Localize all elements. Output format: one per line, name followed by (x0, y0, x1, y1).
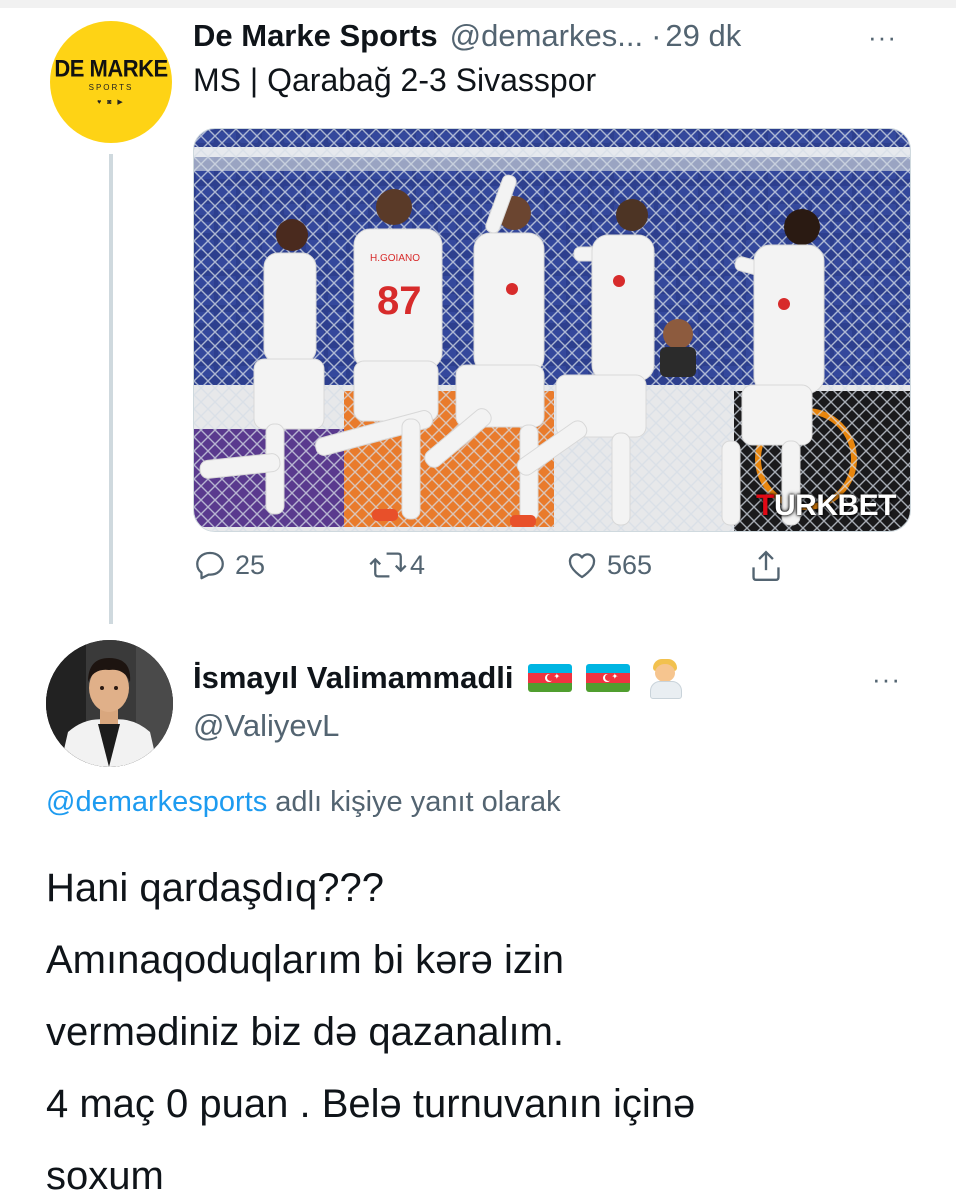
tweet2-text-line: vermədiniz biz də qazanalım. (46, 1010, 565, 1054)
top-border (0, 0, 956, 8)
like-button[interactable]: 565 (565, 548, 652, 582)
reply-button[interactable]: 25 (193, 548, 265, 582)
avatar-logo-text: DE MARKE (54, 54, 168, 83)
more-options-icon[interactable]: ··· (868, 22, 897, 53)
tweet2-display-name[interactable]: İsmayıl Valimammadli (193, 660, 514, 696)
tweet1-display-name[interactable]: De Marke Sports (193, 18, 438, 54)
tweet1-text: MS | Qarabağ 2-3 Sivasspor (193, 62, 597, 98)
like-count: 565 (607, 549, 653, 580)
screenshot-page: DE MARKE SPORTS ♥ ◙ ▶ De Marke Sports @d… (0, 0, 956, 1200)
avatar-logo-subtext: SPORTS (88, 83, 134, 92)
tweet1-separator: · (651, 18, 662, 53)
de-marke-avatar[interactable]: DE MARKE SPORTS ♥ ◙ ▶ (50, 21, 172, 143)
thread-line (109, 154, 113, 624)
share-icon (752, 550, 780, 582)
tweet2-name-row: İsmayıl Valimammadli ✦ ✦ (193, 656, 682, 700)
tweet2-text-line: Hani qardaşdıq??? (46, 866, 385, 910)
user-avatar[interactable] (46, 640, 173, 767)
retweet-button[interactable]: 4 (368, 548, 425, 582)
jersey-number: 87 (377, 279, 422, 323)
reply-count: 25 (235, 549, 266, 580)
turkbet-watermark: TURKBET (756, 489, 896, 522)
azerbaijan-flag-icon: ✦ (527, 664, 572, 692)
tweet1-handle[interactable]: @demarkes... (450, 18, 643, 54)
reply-to-label: adlı kişiye yanıt olarak (267, 786, 561, 818)
reply-icon (196, 551, 224, 580)
profile-photo (46, 640, 173, 767)
azerbaijan-flag-icon: ✦ (585, 664, 630, 692)
football-celebration-image: 87 H.GOIANO (194, 129, 910, 531)
avatar-social-icons: ♥ ◙ ▶ (97, 99, 125, 106)
tweet2-text-line: Amınaqoduqlarım bi kərə izin (46, 938, 565, 982)
tweet1-timestamp[interactable]: 29 dk (665, 18, 741, 54)
tweet1-media-photo[interactable]: 87 H.GOIANO TURKBET (193, 128, 911, 532)
more-options-icon[interactable]: ··· (872, 664, 901, 695)
tweet1-actions: 25 4 565 (193, 548, 793, 592)
reply-mention-link[interactable]: @demarkesports (46, 786, 267, 818)
retweet-count: 4 (410, 549, 426, 580)
replying-to: @demarkesports adlı kişiye yanıt olarak (46, 786, 561, 819)
tweet1-header: De Marke Sports @demarkes... · 29 dk (193, 14, 933, 58)
tweet2-text: Hani qardaşdıq??? Amınaqoduqlarım bi kər… (46, 852, 926, 1200)
retweet-icon (369, 552, 407, 578)
share-button[interactable] (749, 548, 783, 584)
heart-icon (568, 553, 596, 579)
tweet2-text-line: soxum (46, 1154, 164, 1198)
jersey-name: H.GOIANO (370, 253, 420, 264)
tweet2-handle[interactable]: @ValiyevL (193, 708, 339, 744)
health-worker-emoji-icon (648, 659, 682, 699)
tweet2-text-line: 4 maç 0 puan . Belə turnuvanın içinə (46, 1082, 696, 1126)
